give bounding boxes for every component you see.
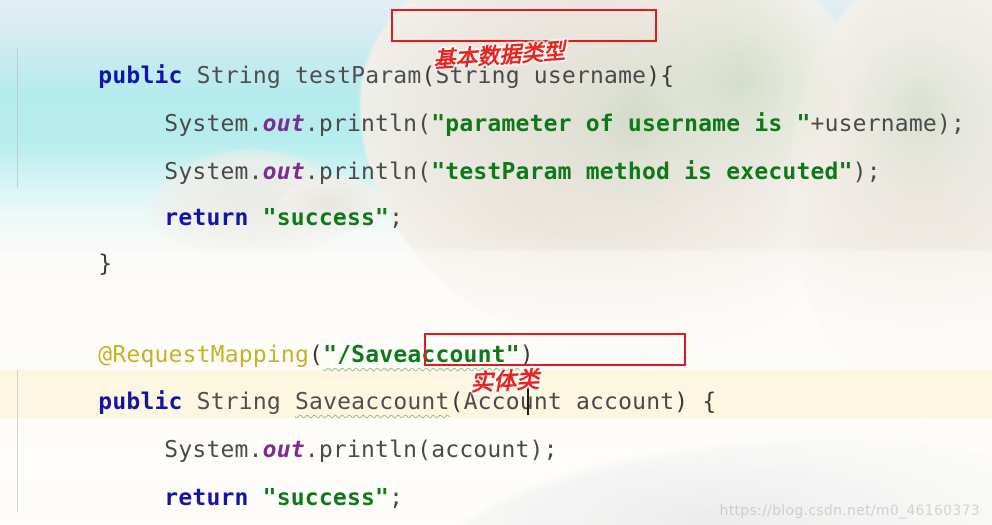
code-editor-screenshot: public String testParam(String username)…	[0, 0, 992, 525]
code-line-4[interactable]: }	[0, 192, 992, 277]
csdn-watermark: https://blog.csdn.net/m0_46160373	[719, 503, 980, 519]
token-closing-brace: }	[98, 251, 113, 277]
code-line-9[interactable]: return "success";	[0, 426, 992, 511]
annotation-box-entity-class	[424, 333, 686, 366]
code-surface[interactable]: public String testParam(String username)…	[0, 0, 992, 525]
code-line-3[interactable]: return "success";	[0, 146, 992, 231]
code-line-2[interactable]: System.out.println("testParam method is …	[0, 100, 992, 185]
code-line-6[interactable]: @RequestMapping("/Saveaccount")	[0, 283, 992, 368]
annotation-label-entity-class: 实体类	[469, 367, 540, 397]
